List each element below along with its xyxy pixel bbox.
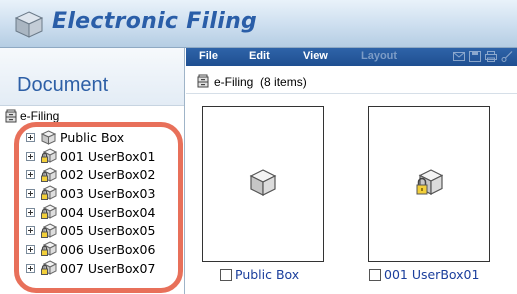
location-label: e-Filing (8 items) [214,75,307,89]
tree-item-userbox02[interactable]: 002 UserBox02 [26,165,181,184]
tree-item-public-box[interactable]: Public Box [26,128,181,147]
box-card-public[interactable] [202,106,324,262]
tree-item-label: 001 UserBox01 [60,148,156,164]
menu-view[interactable]: View [303,50,328,62]
expand-icon[interactable] [26,226,35,236]
expand-icon[interactable] [26,151,35,161]
tree-item-userbox04[interactable]: 004 UserBox04 [26,203,181,222]
tree-item-label: Public Box [60,129,125,145]
item-count: (8 items) [260,75,307,89]
locked-box-icon [41,148,57,164]
tree-item-userbox07[interactable]: 007 UserBox07 [26,259,181,278]
cut-icon [501,51,513,62]
box-link-userbox01[interactable]: 001 UserBox01 [384,267,479,282]
tree-item-label: 006 UserBox06 [60,241,156,257]
box-grid: Public Box 001 UserBox01 [186,95,517,294]
tree-item-label: 005 UserBox05 [60,223,156,239]
select-checkbox[interactable] [369,268,381,281]
box-caption-userbox01: 001 UserBox01 [369,267,479,282]
locked-box-icon [41,167,57,182]
toolbar-icons [453,51,513,62]
tree-root-efiling[interactable]: e-Filing [4,108,59,124]
title-bar: Electronic Filing [0,0,517,48]
filing-cabinet-icon [5,109,17,123]
select-checkbox[interactable] [220,268,232,281]
tree-item-label: 007 UserBox07 [60,260,156,276]
public-box-icon [40,130,57,146]
menu-file[interactable]: File [199,50,218,62]
panel-title: Document [17,74,109,96]
locked-box-icon [41,185,57,201]
tree-item-userbox05[interactable]: 005 UserBox05 [26,221,181,240]
menu-bar: File Edit View Layout [186,48,517,66]
expand-icon[interactable] [26,132,35,142]
tree-item-label: 002 UserBox02 [60,167,156,183]
menu-layout: Layout [361,50,398,62]
location-name: e-Filing [214,75,254,89]
locked-box-icon [41,241,57,257]
tree-item-label: 003 UserBox03 [60,185,156,201]
locked-box-icon [41,260,57,276]
expand-icon[interactable] [26,244,35,254]
box-link-public[interactable]: Public Box [235,267,299,282]
cube-logo-icon [14,11,44,38]
expand-icon[interactable] [26,188,35,198]
tree-root-label: e-Filing [20,109,60,123]
box-tree: Public Box 001 UserBox01 002 UserBox02 0… [26,128,181,278]
tree-item-userbox03[interactable]: 003 UserBox03 [26,184,181,203]
box-card-userbox01[interactable] [368,106,490,262]
panel-header: Document [0,48,184,106]
tree-item-label: 004 UserBox04 [60,204,156,220]
print-icon [485,51,497,62]
save-icon [469,51,481,62]
locked-box-icon [416,169,443,195]
locked-box-icon [41,223,57,238]
filing-cabinet-icon [197,74,209,88]
mail-icon [453,52,465,61]
app-title: Electronic Filing [52,9,258,34]
locked-box-icon [41,204,57,220]
menu-edit[interactable]: Edit [249,50,270,62]
tree-item-userbox06[interactable]: 006 UserBox06 [26,240,181,259]
box-caption-public: Public Box [220,267,299,282]
tree-item-userbox01[interactable]: 001 UserBox01 [26,147,181,166]
expand-icon[interactable] [26,263,35,273]
expand-icon[interactable] [26,170,35,180]
expand-icon[interactable] [26,207,35,217]
location-bar: e-Filing (8 items) [186,66,517,94]
public-box-icon [249,169,277,196]
document-tree-panel: Document e-Filing Public Box 001 UserBox… [0,48,185,294]
